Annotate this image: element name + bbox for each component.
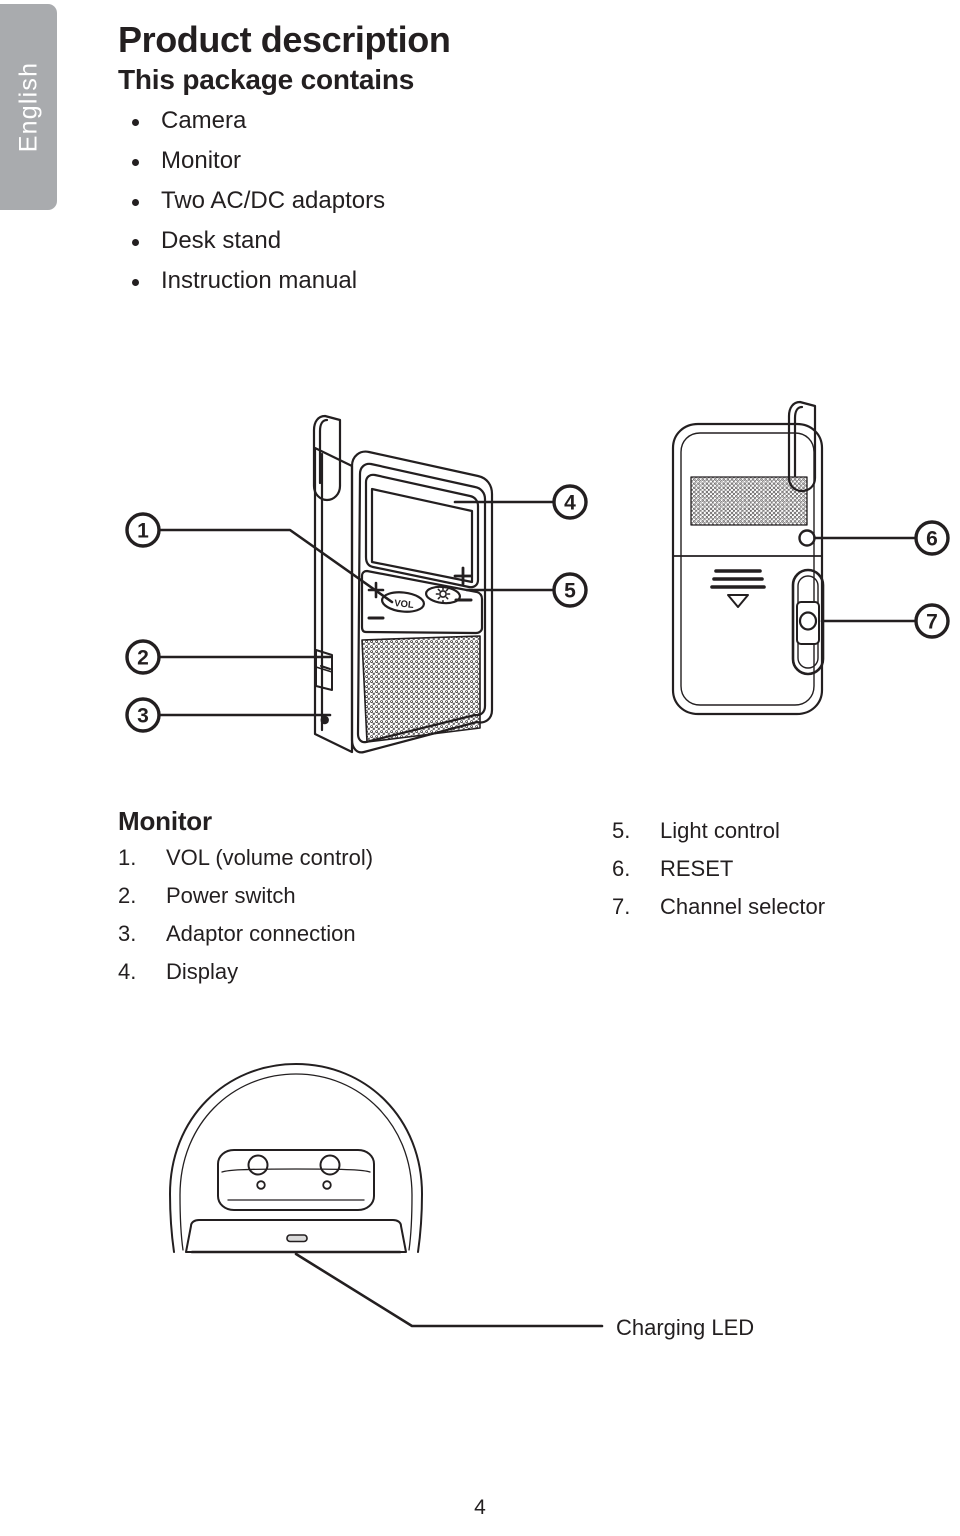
section-subtitle: This package contains bbox=[118, 63, 415, 95]
parts-heading: Monitor bbox=[118, 806, 212, 836]
list-item: Two AC/DC adaptors bbox=[126, 181, 938, 221]
list-item: Instruction manual bbox=[126, 261, 938, 301]
parts-item-number: 2. bbox=[118, 883, 137, 908]
callout-3: 3 bbox=[125, 697, 161, 733]
svg-text:2: 2 bbox=[137, 647, 149, 670]
bullet-icon bbox=[132, 159, 139, 167]
parts-item: 5. Light control bbox=[612, 812, 952, 850]
parts-item-number: 4. bbox=[118, 959, 137, 984]
parts-legend: Monitor 1. VOL (volume control) 2. Power s… bbox=[0, 806, 960, 1016]
parts-column-left: Monitor 1. VOL (volume control) 2. Power s… bbox=[118, 806, 558, 991]
callout-2: 2 bbox=[125, 639, 161, 675]
svg-text:5: 5 bbox=[564, 580, 576, 603]
parts-item-number: 3. bbox=[118, 921, 137, 946]
parts-item-number: 1. bbox=[118, 845, 137, 870]
parts-item-label: VOL (volume control) bbox=[166, 845, 374, 870]
page-number: 4 bbox=[474, 1496, 486, 1519]
svg-text:3: 3 bbox=[137, 705, 149, 728]
parts-item-label: Channel selector bbox=[660, 894, 826, 919]
svg-text:6: 6 bbox=[926, 528, 938, 551]
svg-text:1: 1 bbox=[137, 520, 149, 543]
charging-led-label: Charging LED bbox=[616, 1315, 754, 1340]
callout-group: 1 2 3 4 5 6 7 bbox=[125, 484, 950, 733]
language-tab: English bbox=[0, 4, 57, 210]
parts-item-label: Power switch bbox=[166, 883, 296, 908]
parts-item: 7. Channel selector bbox=[612, 888, 952, 926]
parts-item-label: RESET bbox=[660, 856, 734, 881]
parts-item-label: Light control bbox=[660, 818, 780, 843]
parts-item-label: Adaptor connection bbox=[166, 921, 356, 946]
parts-item: 3. Adaptor connection bbox=[118, 915, 558, 953]
content-area: Product description This package contain… bbox=[118, 0, 938, 301]
bullet-icon bbox=[132, 279, 139, 287]
parts-item: 2. Power switch bbox=[118, 877, 558, 915]
list-item-label: Camera bbox=[161, 107, 247, 135]
page-title: Product description bbox=[118, 19, 451, 60]
parts-item-number: 6. bbox=[612, 856, 631, 881]
parts-list-right: 5. Light control 6. RESET 7. Channel select… bbox=[612, 812, 952, 926]
reset-hole bbox=[798, 529, 816, 547]
parts-item-label: Display bbox=[166, 959, 239, 984]
svg-text:7: 7 bbox=[926, 611, 938, 634]
product-diagram: 1 2 3 4 5 6 7 VOL bbox=[0, 390, 960, 770]
parts-item: 6. RESET bbox=[612, 850, 952, 888]
parts-item-number: 5. bbox=[612, 818, 631, 843]
callout-4: 4 bbox=[552, 484, 588, 520]
parts-item: 1. VOL (volume control) bbox=[118, 839, 558, 877]
bullet-icon bbox=[132, 199, 139, 207]
vol-label: VOL bbox=[394, 598, 415, 611]
bullet-icon bbox=[132, 119, 139, 127]
callout-7: 7 bbox=[914, 603, 950, 639]
svg-text:4: 4 bbox=[564, 492, 576, 515]
bullet-icon bbox=[132, 239, 139, 247]
language-tab-label: English bbox=[14, 61, 42, 153]
list-item-label: Desk stand bbox=[161, 227, 282, 255]
list-item-label: Two AC/DC adaptors bbox=[161, 187, 386, 215]
parts-list-left: 1. VOL (volume control) 2. Power switch 3.… bbox=[118, 839, 558, 991]
parts-item: 4. Display bbox=[118, 953, 558, 991]
list-item: Desk stand bbox=[126, 221, 938, 261]
package-contents-list: Camera Monitor Two AC/DC adaptors Desk s… bbox=[118, 101, 938, 301]
list-item-label: Instruction manual bbox=[161, 267, 358, 295]
list-item: Monitor bbox=[126, 141, 938, 181]
callout-5: 5 bbox=[552, 572, 588, 608]
list-item: Camera bbox=[126, 101, 938, 141]
parts-column-right: 5. Light control 6. RESET 7. Channel select… bbox=[612, 812, 952, 926]
callout-1: 1 bbox=[125, 512, 161, 548]
list-item-label: Monitor bbox=[161, 147, 242, 175]
callout-6: 6 bbox=[914, 520, 950, 556]
parts-item-number: 7. bbox=[612, 894, 631, 919]
desk-stand-diagram: Charging LED bbox=[150, 1040, 850, 1370]
